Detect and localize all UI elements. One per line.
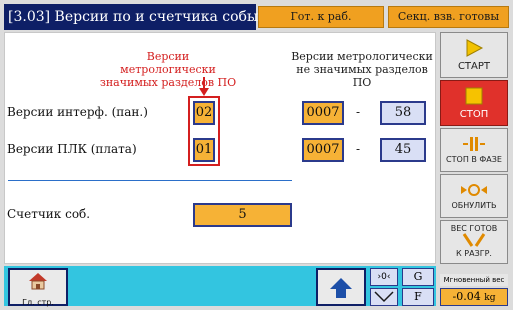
- metro-value-plc: 01: [193, 138, 215, 162]
- ready-unload-button[interactable]: ВЕС ГОТОВ К РАЗГР.: [440, 220, 508, 264]
- dash: -: [356, 105, 361, 119]
- ready-bottom-label: К РАЗГР.: [456, 249, 492, 258]
- pause-phase-icon: [463, 137, 485, 151]
- stable-indicator: [370, 288, 398, 306]
- weight-value: -0.04: [452, 290, 481, 303]
- stop-phase-label: СТОП В ФАЗЕ: [446, 155, 502, 164]
- dash: -: [356, 142, 361, 156]
- build-value-interface: 58: [380, 101, 426, 125]
- instant-weight-label: Мгновенный вес: [440, 274, 508, 286]
- home-label: Гл. стр.: [22, 298, 54, 307]
- stop-button[interactable]: СТОП: [440, 80, 508, 126]
- status-sections-ready: Секц. взв. готовы: [388, 6, 509, 28]
- funnel-icon: [462, 233, 486, 247]
- counter-label: Счетчик соб.: [7, 207, 91, 221]
- home-icon: [29, 273, 47, 290]
- status-ready: Гот. к раб.: [258, 6, 384, 28]
- reset-label: ОБНУЛИТЬ: [451, 201, 497, 210]
- weight-unit: kg: [484, 293, 496, 303]
- row-label-interface: Версии интерф. (пан.): [7, 105, 148, 119]
- zero-reset-icon: [461, 184, 487, 196]
- stop-square-icon: [465, 87, 483, 105]
- row-label-plc: Версии ПЛК (плата): [7, 142, 137, 156]
- metro-value-interface: 02: [193, 101, 215, 125]
- nonmetro-value-plc: 0007: [302, 138, 344, 162]
- up-arrow-button[interactable]: [316, 268, 366, 306]
- ready-top-label: ВЕС ГОТОВ: [450, 224, 498, 233]
- play-icon: [466, 39, 484, 57]
- build-value-plc: 45: [380, 138, 426, 162]
- instant-weight-display: -0.04 kg: [440, 288, 508, 306]
- arrow-down-icon: [199, 77, 209, 96]
- fine-indicator: F: [402, 288, 434, 306]
- nonmetro-header: Версии метрологически не значимых раздел…: [291, 50, 433, 89]
- divider: [8, 180, 292, 181]
- reset-button[interactable]: ОБНУЛИТЬ: [440, 174, 508, 218]
- stop-label: СТОП: [459, 109, 489, 120]
- stop-in-phase-button[interactable]: СТОП В ФАЗЕ: [440, 128, 508, 172]
- start-button[interactable]: СТАРТ: [440, 32, 508, 78]
- start-label: СТАРТ: [457, 61, 491, 72]
- metro-header: Версии метрологически значимых разделов …: [99, 50, 237, 89]
- arrow-up-icon: [330, 278, 352, 298]
- zero-indicator: ›0‹: [370, 268, 398, 286]
- stability-icon: [374, 291, 394, 303]
- page-title: [3.03] Версии по и счетчика событий: [4, 4, 285, 30]
- counter-value: 5: [193, 203, 292, 227]
- nonmetro-value-interface: 0007: [302, 101, 344, 125]
- home-button[interactable]: Гл. стр.: [8, 268, 68, 307]
- gross-indicator: G: [402, 268, 434, 286]
